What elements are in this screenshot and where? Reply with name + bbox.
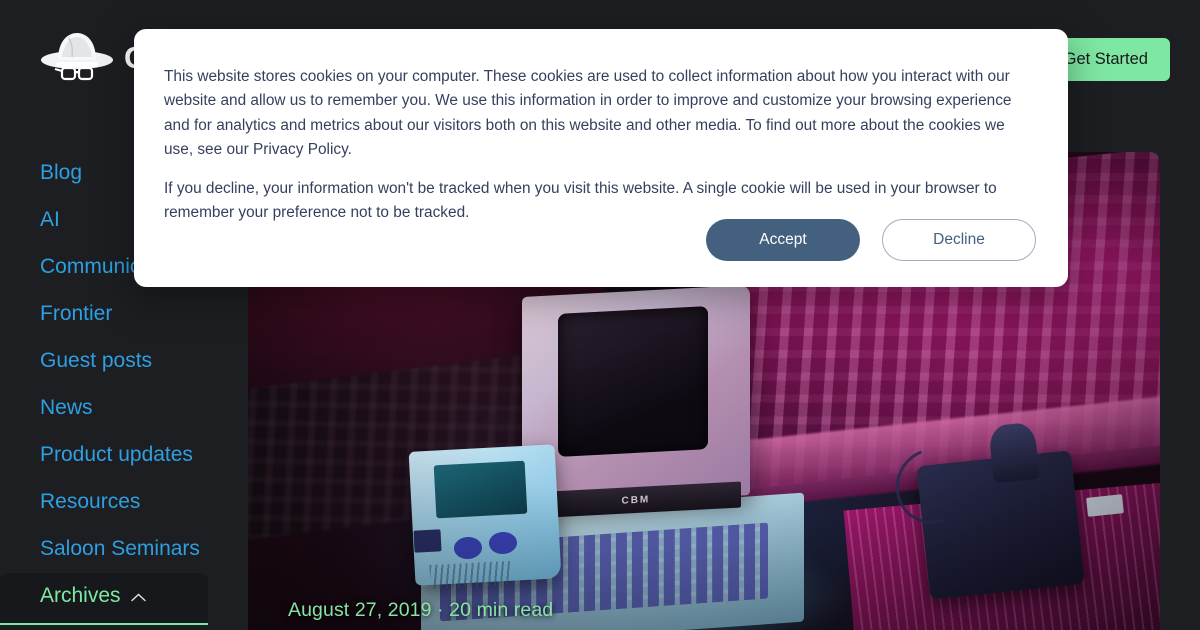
sidebar-item-saloon-seminars[interactable]: Saloon Seminars <box>0 526 228 573</box>
accept-cookies-button[interactable]: Accept <box>706 219 860 261</box>
cowboy-hat-sunglasses-logo-icon <box>41 33 113 81</box>
cookie-consent-banner: This website stores cookies on your comp… <box>134 29 1068 287</box>
sidebar-item-guest-posts[interactable]: Guest posts <box>0 338 228 385</box>
sidebar-item-resources[interactable]: Resources <box>0 479 228 526</box>
cookie-actions: Accept Decline <box>706 219 1036 261</box>
sidebar-item-frontier[interactable]: Frontier <box>0 291 228 338</box>
hero-meta: August 27, 2019 · 20 min read <box>288 599 554 621</box>
sidebar-item-archives-label: Archives <box>40 584 121 607</box>
chevron-up-icon <box>130 593 146 601</box>
decline-cookies-button[interactable]: Decline <box>882 219 1036 261</box>
sidebar-item-archives[interactable]: Archives <box>0 573 208 625</box>
sidebar-item-product-updates[interactable]: Product updates <box>0 432 228 479</box>
cookie-paragraph-1: This website stores cookies on your comp… <box>164 68 1012 158</box>
sidebar-item-news[interactable]: News <box>0 385 228 432</box>
page-root: Grammarly Get Started Blog AI Communicat… <box>0 0 1200 630</box>
